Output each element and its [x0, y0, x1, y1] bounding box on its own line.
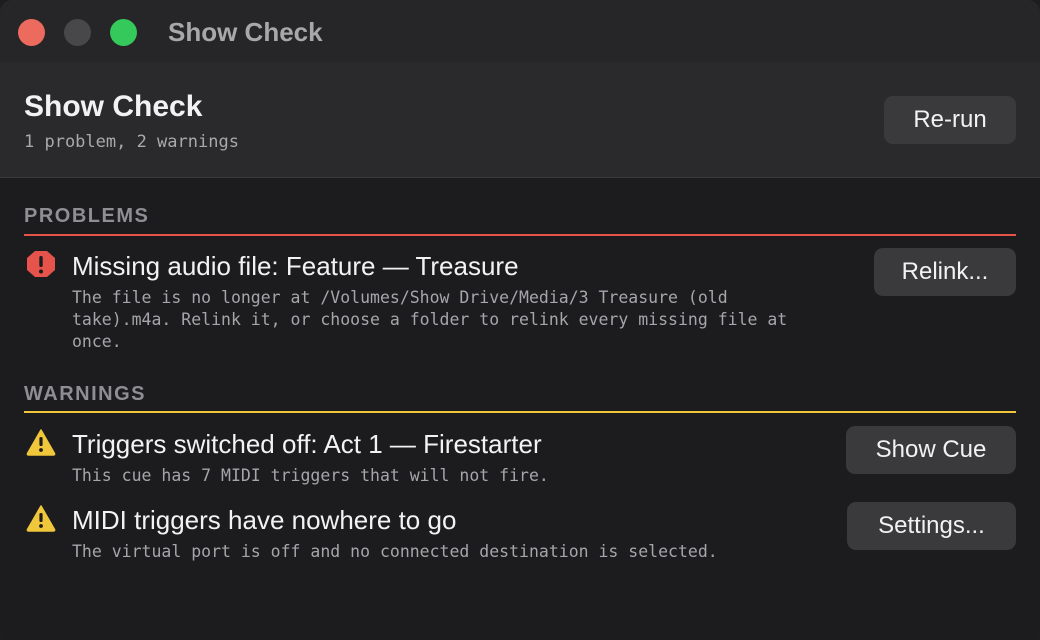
warnings-section-label: WARNINGS — [24, 383, 146, 405]
show-cue-button[interactable]: Show Cue — [846, 426, 1016, 474]
warning-triangle-icon — [26, 505, 56, 532]
problems-section-label: PROBLEMS — [24, 205, 150, 227]
zoom-window-button[interactable] — [110, 19, 137, 46]
warning-title: Triggers switched off: Act 1 — Firestart… — [72, 429, 542, 459]
close-window-button[interactable] — [18, 19, 45, 46]
summary-text: 1 problem, 2 warnings — [24, 132, 239, 152]
header: Show Check 1 problem, 2 warnings Re-run — [0, 62, 1040, 178]
problems-divider — [24, 234, 1016, 236]
window-title: Show Check — [168, 17, 323, 47]
problem-description: The file is no longer at /Volumes/Show D… — [72, 288, 788, 351]
relink-button[interactable]: Relink... — [874, 248, 1016, 296]
title-bar: Show Check — [0, 0, 1040, 62]
settings-button[interactable]: Settings... — [847, 502, 1016, 550]
error-octagon-icon — [27, 251, 55, 277]
warning-description: The virtual port is off and no connected… — [72, 542, 718, 561]
minimize-window-button[interactable] — [64, 19, 91, 46]
warnings-divider — [24, 411, 1016, 413]
page-title: Show Check — [24, 90, 203, 123]
problem-title: Missing audio file: Feature — Treasure — [72, 251, 519, 281]
warning-title: MIDI triggers have nowhere to go — [72, 505, 457, 535]
rerun-button[interactable]: Re-run — [884, 96, 1016, 144]
warning-triangle-icon — [26, 429, 56, 456]
show-check-window: Show Check Show Check 1 problem, 2 warni… — [0, 0, 1040, 640]
warning-description: This cue has 7 MIDI triggers that will n… — [72, 466, 549, 485]
